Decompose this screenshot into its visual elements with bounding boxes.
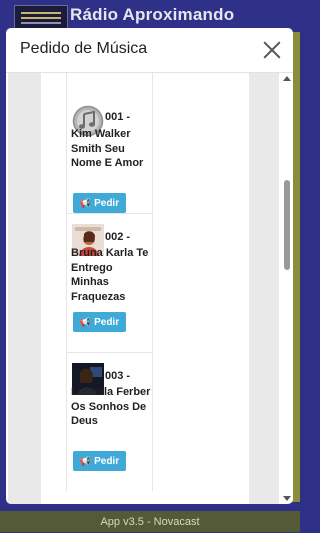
list-item: 001 - Kim Walker Smith Seu Nome E Amor 📢… xyxy=(67,73,152,213)
scroll-thumb[interactable] xyxy=(284,180,290,270)
request-button[interactable]: 📢 Pedir xyxy=(73,312,126,332)
song-list: 001 - Kim Walker Smith Seu Nome E Amor 📢… xyxy=(66,73,153,491)
song-title: Bruna Karla Te Entrego Minhas Fraquezas xyxy=(71,247,149,303)
list-item: 002 - Bruna Karla Te Entrego Minhas Fraq… xyxy=(67,213,152,352)
megaphone-icon: 📢 xyxy=(79,197,92,208)
song-title: Ludmila Ferber Os Sonhos De Deus xyxy=(71,386,151,427)
app-footer: App v3.5 - Novacast xyxy=(0,511,300,532)
request-button[interactable]: 📢 Pedir xyxy=(73,193,126,213)
request-button-label: Pedir xyxy=(94,197,120,209)
song-list-container: 001 - Kim Walker Smith Seu Nome E Amor 📢… xyxy=(41,73,249,504)
song-number: 003 - xyxy=(105,370,131,382)
gutter-right xyxy=(249,73,279,504)
song-title: Kim Walker Smith Seu Nome E Amor xyxy=(71,128,144,169)
request-button-label: Pedir xyxy=(94,316,120,328)
scroll-up-arrow-icon[interactable] xyxy=(283,76,291,81)
request-button-label: Pedir xyxy=(94,455,120,467)
app-title: Rádio Aproximando xyxy=(70,5,235,24)
list-item: 003 - Ludmila Ferber Os Sonhos De Deus 📢… xyxy=(67,352,152,491)
scroll-down-arrow-icon[interactable] xyxy=(283,496,291,501)
request-button[interactable]: 📢 Pedir xyxy=(73,451,126,471)
close-icon[interactable] xyxy=(263,41,281,59)
modal-header: Pedido de Música xyxy=(6,28,293,73)
modal-title: Pedido de Música xyxy=(20,40,148,57)
modal-body[interactable]: 001 - Kim Walker Smith Seu Nome E Amor 📢… xyxy=(6,73,293,504)
background-stripe xyxy=(292,32,300,502)
song-request-modal: Pedido de Música 001 - Kim Walker Smith … xyxy=(6,28,293,504)
megaphone-icon: 📢 xyxy=(79,316,92,327)
song-number: 001 - xyxy=(105,111,131,123)
scrollbar[interactable] xyxy=(282,73,292,504)
gutter-left xyxy=(8,73,41,504)
megaphone-icon: 📢 xyxy=(79,455,92,466)
song-number: 002 - xyxy=(105,231,131,243)
